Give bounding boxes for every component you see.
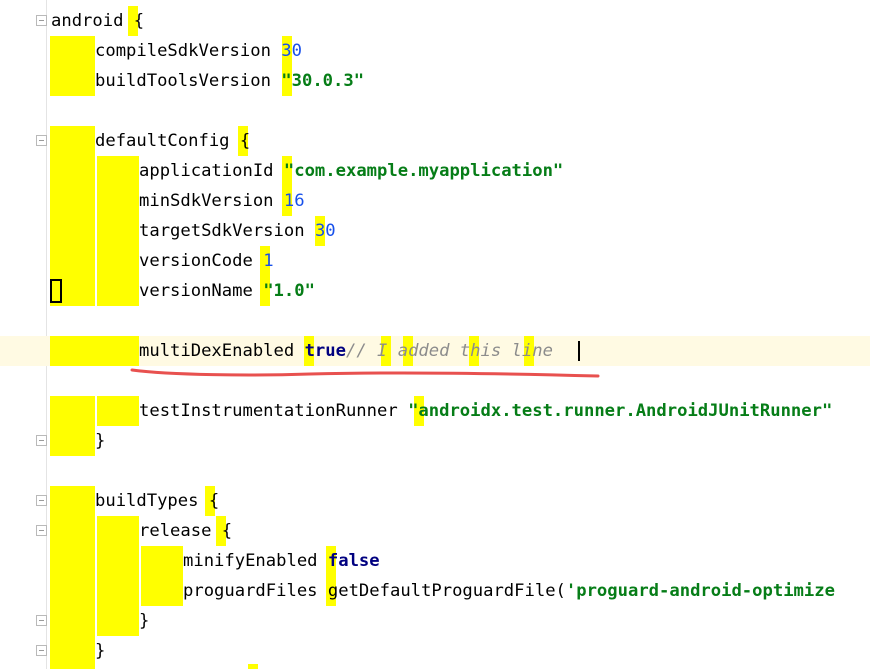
code-line: }	[95, 431, 106, 451]
code-line: applicationId "com.example.myapplication…	[139, 161, 564, 181]
red-underline-annotation	[130, 368, 600, 378]
code-line: defaultConfig {	[95, 131, 251, 151]
text-caret	[578, 341, 580, 361]
code-line-current: multiDexEnabled true// I added this line	[139, 341, 553, 361]
code-line: targetSdkVersion 30	[139, 221, 336, 241]
code-line: compileSdkVersion 30	[95, 41, 302, 61]
code-line: android {	[51, 11, 145, 31]
code-line: release {	[139, 521, 233, 541]
code-line: buildTypes {	[95, 491, 220, 511]
code-line: minSdkVersion 16	[139, 191, 305, 211]
code-line: versionName "1.0"	[139, 281, 315, 301]
code-line: versionCode 1	[139, 251, 274, 271]
code-line: }	[139, 611, 150, 631]
code-line: minifyEnabled false	[183, 551, 380, 571]
code-editor[interactable]: android { compileSdkVersion 30 buildTool…	[0, 0, 870, 669]
code-line: buildToolsVersion "30.0.3"	[95, 71, 365, 91]
code-line: }	[95, 641, 106, 661]
code-line: proguardFiles getDefaultProguardFile('pr…	[183, 581, 835, 601]
code-line: testInstrumentationRunner "androidx.test…	[139, 401, 833, 421]
